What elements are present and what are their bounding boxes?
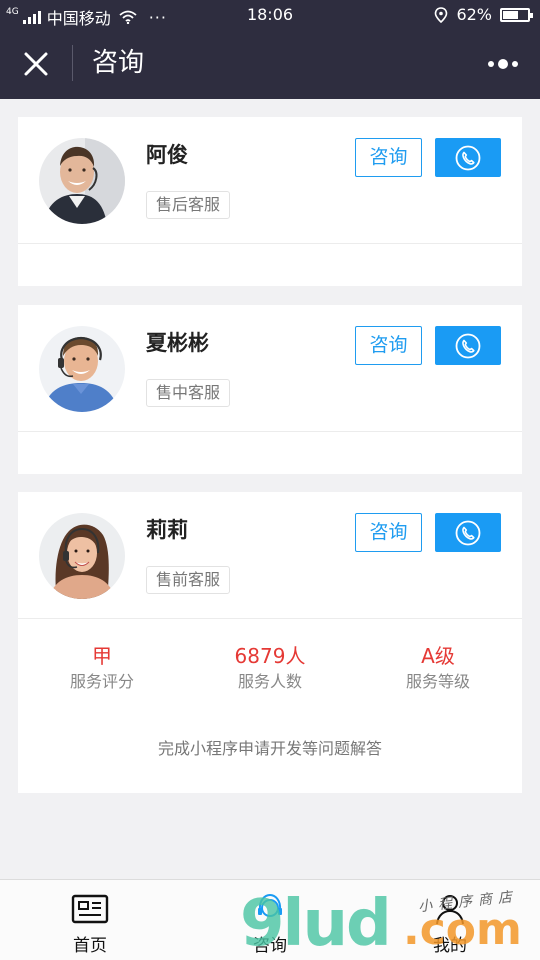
agent-role-tag: 售后客服 [146,191,231,219]
call-button[interactable] [435,513,501,552]
tab-home[interactable]: 首页 [0,880,180,960]
tab-label: 咨询 [253,936,287,956]
tab-mine[interactable]: 我的 [360,880,540,960]
call-button[interactable] [435,326,501,365]
nav-bar: 咨询 [0,30,540,99]
location-icon [435,6,448,23]
status-right: 62% [434,5,533,24]
agent-role-tag: 售中客服 [146,379,231,407]
consult-button[interactable]: 咨询 [355,326,422,365]
battery-percent: 62% [456,5,492,24]
stat-label: 服务评分 [69,672,134,691]
page-title: 咨询 [92,48,145,78]
nav-divider [72,45,73,81]
stat-value: 甲 [92,644,112,668]
agent-name: 莉莉 [146,518,188,542]
stat-value: A级 [421,644,455,668]
headset-icon [258,893,282,917]
call-button[interactable] [435,138,501,177]
tab-bar: 首页 咨询 我的 [0,879,540,960]
agent-card: 夏彬彬 售中客服 咨询 [18,305,522,474]
more-dots-icon[interactable] [486,54,520,74]
avatar [39,513,125,599]
stat-served-count: 6879人 服务人数 [186,643,354,693]
status-bar: 4G 中国移动 ··· 18:06 62% [0,0,540,30]
stat-level: A级 服务等级 [354,643,522,693]
close-icon[interactable] [20,48,52,80]
consult-button[interactable]: 咨询 [355,513,422,552]
agent-card: 阿俊 售后客服 咨询 [18,117,522,286]
tab-label: 我的 [433,936,467,956]
user-icon [436,895,464,925]
stat-value: 6879人 [234,644,306,668]
service-stats: 甲 服务评分 6879人 服务人数 A级 服务等级 [18,619,522,691]
agent-description: 完成小程序申请开发等问题解答 [157,739,382,758]
agent-role-tag: 售前客服 [146,566,231,594]
avatar [39,326,125,412]
consult-button[interactable]: 咨询 [355,138,422,177]
agent-card-header: 莉莉 售前客服 咨询 [18,492,522,619]
tab-label: 首页 [73,936,107,956]
battery-icon [500,7,533,22]
phone-icon [455,520,481,545]
tab-consult[interactable]: 咨询 [180,880,360,960]
phone-icon [455,145,481,170]
agent-name: 夏彬彬 [146,331,209,355]
stat-rating: 甲 服务评分 [18,643,186,693]
agent-card-header: 夏彬彬 售中客服 咨询 [18,305,522,432]
agent-name: 阿俊 [146,143,188,167]
agent-card: 莉莉 售前客服 咨询 甲 服务评分 6879人 服务人数 A级 服务等级 完成小… [18,492,522,793]
home-card-icon [71,894,109,924]
stat-label: 服务等级 [405,672,470,691]
agent-card-header: 阿俊 售后客服 咨询 [18,117,522,244]
stat-label: 服务人数 [237,672,302,691]
avatar [39,138,125,224]
phone-icon [455,333,481,358]
